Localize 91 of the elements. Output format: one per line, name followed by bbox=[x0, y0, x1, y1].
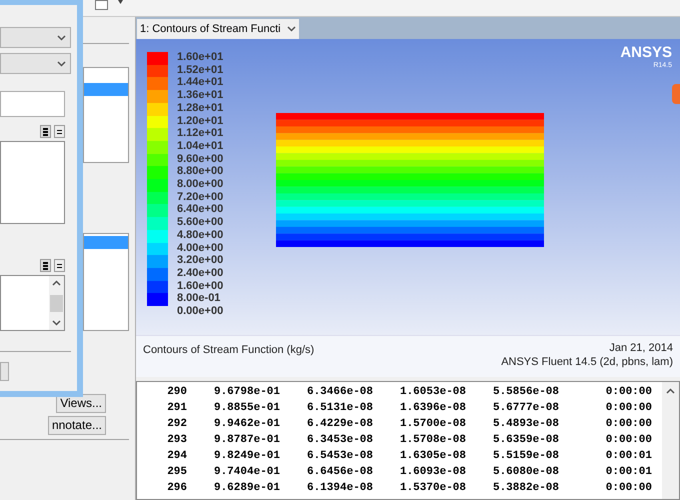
console-cell-text: 1.5708e-08 bbox=[398, 432, 466, 448]
console-cell-text: 1.6305e-08 bbox=[398, 448, 466, 464]
list-box[interactable] bbox=[83, 67, 129, 163]
scale-label: 1.44e+01 bbox=[177, 76, 224, 90]
chevron-down-icon bbox=[52, 320, 61, 326]
chevron-down-icon bbox=[286, 26, 296, 32]
panel-button[interactable]: nnotate... bbox=[48, 416, 106, 435]
console-cell-text: 6.3453e-08 bbox=[306, 432, 373, 448]
dropdown[interactable] bbox=[0, 27, 71, 48]
console-cell-text: 6.3466e-08 bbox=[306, 384, 373, 400]
console-cell-text: 0:00:01 bbox=[604, 464, 652, 480]
scale-label: 0.00e+00 bbox=[177, 305, 224, 318]
chevron-up-icon[interactable] bbox=[52, 280, 61, 286]
list-box[interactable] bbox=[83, 233, 129, 331]
console-cell-text: 0:00:00 bbox=[604, 384, 652, 400]
console-cell-text: 1.5700e-08 bbox=[398, 416, 466, 432]
scale-label: 8.00e+00 bbox=[177, 178, 224, 191]
chevron-down-icon bbox=[57, 60, 66, 66]
scrollbar-thumb[interactable] bbox=[50, 294, 63, 312]
plot-caption: Contours of Stream Function (kg/s) bbox=[143, 343, 314, 358]
console-cell-text: 9.8249e-01 bbox=[212, 448, 280, 464]
scale-label: 9.60e+00 bbox=[177, 152, 224, 166]
console-cell-text: 0:00:01 bbox=[604, 448, 652, 464]
scale-label: 1.36e+01 bbox=[177, 89, 224, 102]
scrollbar[interactable] bbox=[49, 276, 64, 330]
console-cell-text: 1.5370e-08 bbox=[398, 480, 466, 496]
chevron-up-icon[interactable] bbox=[666, 388, 675, 394]
input-field[interactable] bbox=[0, 91, 65, 117]
console-cell-text: 5.6359e-08 bbox=[492, 432, 559, 448]
select-all-icon[interactable] bbox=[40, 259, 51, 272]
console-cell-text: 291 bbox=[166, 400, 187, 416]
console-cell-text: 0:00:00 bbox=[604, 416, 652, 432]
console-cell-text: 294 bbox=[166, 448, 187, 464]
console-cell-text: 5.4893e-08 bbox=[492, 416, 559, 432]
console-cell-text: 0:00:00 bbox=[604, 480, 652, 496]
scale-label: 1.20e+01 bbox=[177, 114, 224, 128]
console-cell-text: 292 bbox=[166, 416, 187, 432]
scale-label: 4.80e+00 bbox=[177, 228, 224, 242]
dialog-button[interactable] bbox=[0, 362, 9, 381]
graphics-window-dropdown[interactable]: 1: Contours of Stream Functi bbox=[137, 19, 299, 39]
console-cell-text: 9.6798e-01 bbox=[212, 384, 280, 400]
view-icon[interactable] bbox=[95, 0, 108, 10]
console-cell-text: 6.4229e-08 bbox=[306, 416, 373, 432]
scale-label: 7.20e+00 bbox=[177, 190, 224, 204]
console-cell-text: 296 bbox=[166, 480, 187, 496]
scale-label: 1.60e+01 bbox=[177, 51, 224, 64]
console-cell-text: 1.6053e-08 bbox=[398, 384, 466, 400]
scale-label: 1.04e+01 bbox=[177, 140, 224, 153]
scale-label: 4.00e+00 bbox=[177, 242, 224, 254]
console-cell-text: 5.6777e-08 bbox=[492, 400, 559, 416]
console-cell-text: 1.6396e-08 bbox=[398, 400, 466, 416]
caret-icon[interactable] bbox=[118, 0, 123, 4]
scale-label: 3.20e+00 bbox=[177, 254, 224, 267]
plot-date: Jan 21, 2014 bbox=[609, 341, 673, 355]
console-cell-text: 5.5856e-08 bbox=[492, 384, 559, 400]
console-cell-text: 6.6456e-08 bbox=[306, 464, 373, 480]
console-cell-text: 6.5131e-08 bbox=[306, 400, 373, 416]
console-cell-text: 6.5453e-08 bbox=[306, 448, 373, 464]
console-cell-text: 9.7404e-01 bbox=[212, 464, 280, 480]
scale-label: 2.40e+00 bbox=[177, 266, 224, 280]
console-cell-text: 5.5159e-08 bbox=[492, 448, 559, 464]
console-cell-text: 9.9462e-01 bbox=[212, 416, 280, 432]
scale-label: 8.80e+00 bbox=[177, 165, 224, 178]
scale-label: 6.40e+00 bbox=[177, 203, 224, 216]
console-cell-text: 6.1394e-08 bbox=[306, 480, 373, 496]
select-all-icon[interactable] bbox=[40, 125, 51, 138]
console-cell-text: 1.6093e-08 bbox=[398, 464, 466, 480]
panel-button[interactable]: Views... bbox=[56, 394, 106, 413]
dropdown[interactable] bbox=[0, 53, 71, 74]
deselect-all-icon[interactable] bbox=[54, 125, 65, 138]
scale-label: 1.28e+01 bbox=[177, 102, 224, 115]
console-cell-text: 5.6080e-08 bbox=[492, 464, 559, 480]
scrollbar[interactable] bbox=[662, 382, 679, 499]
console-cell-text: 0:00:00 bbox=[604, 400, 652, 416]
console-cell-text: 9.6289e-01 bbox=[212, 480, 280, 496]
console-cell-text: 0:00:00 bbox=[604, 432, 652, 448]
scale-label: 1.12e+01 bbox=[177, 127, 224, 140]
version-text: ANSYS Fluent 14.5 (2d, pbns, lam) bbox=[501, 355, 673, 369]
scale-label: 5.60e+00 bbox=[177, 216, 224, 229]
console-cell-text: 295 bbox=[166, 464, 187, 480]
logo-text: ANSYS bbox=[620, 45, 672, 61]
console-cell-text: 293 bbox=[166, 432, 187, 448]
console-cell-text: 9.8787e-01 bbox=[212, 432, 280, 448]
scale-label: 1.52e+01 bbox=[177, 64, 224, 76]
console-cell-text: 9.8855e-01 bbox=[212, 400, 280, 416]
chevron-down-icon bbox=[57, 34, 66, 40]
console-cell-text: 290 bbox=[166, 384, 187, 400]
scale-label: 8.00e-01 bbox=[177, 292, 222, 306]
scale-label: 1.60e+00 bbox=[177, 280, 224, 292]
console-cell-text: 5.3882e-08 bbox=[492, 480, 559, 496]
deselect-all-icon[interactable] bbox=[54, 259, 65, 272]
